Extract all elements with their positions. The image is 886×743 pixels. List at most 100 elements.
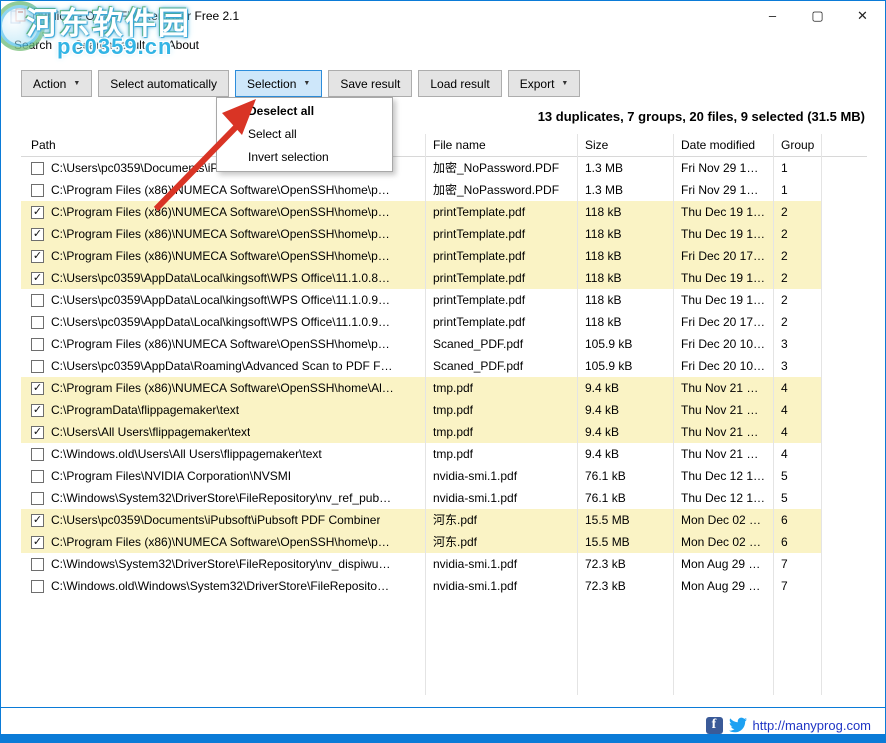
group-cell: 4: [773, 443, 821, 465]
row-checkbox[interactable]: [31, 184, 44, 197]
group-cell: 6: [773, 531, 821, 553]
row-checkbox[interactable]: ✓: [31, 272, 44, 285]
date-modified-cell: Thu Dec 19 1…: [673, 223, 773, 245]
load-result-button[interactable]: Load result: [418, 70, 501, 97]
group-cell: 3: [773, 333, 821, 355]
table-row[interactable]: ✓C:\Program Files (x86)\NUMECA Software\…: [21, 245, 821, 267]
file-name-cell: printTemplate.pdf: [425, 289, 577, 311]
date-modified-cell: Fri Dec 20 10…: [673, 333, 773, 355]
table-row[interactable]: ✓ C:\Users\pc0359\Documents\iPubsoft\iPub…: [21, 509, 821, 531]
size-cell: 9.4 kB: [577, 399, 673, 421]
table-row[interactable]: C:\Program Files (x86)\NUMECA Software\O…: [21, 333, 821, 355]
row-checkbox[interactable]: ✓: [31, 228, 44, 241]
size-cell: 15.5 MB: [577, 531, 673, 553]
status-summary: 13 duplicates, 7 groups, 20 files, 9 sel…: [538, 109, 865, 124]
export-button[interactable]: Export ▼: [508, 70, 581, 97]
path-cell: ✓C:\Users\pc0359\AppData\Local\kingsoft\…: [21, 267, 425, 289]
table-row[interactable]: ✓ C:\Users\All Users\flippagemaker\text tm…: [21, 421, 821, 443]
row-checkbox[interactable]: ✓: [31, 404, 44, 417]
size-cell: 118 kB: [577, 223, 673, 245]
path-text: C:\Program Files (x86)\NUMECA Software\O…: [51, 333, 390, 355]
table-body: C:\Users\pc0359\Documents\iPubsoft PDF P…: [21, 157, 867, 597]
size-cell: 118 kB: [577, 267, 673, 289]
row-checkbox[interactable]: [31, 580, 44, 593]
facebook-icon[interactable]: f: [706, 717, 723, 734]
size-cell: 76.1 kB: [577, 487, 673, 509]
row-checkbox[interactable]: [31, 558, 44, 571]
table-row[interactable]: C:\Windows\System32\DriverStore\FileRepo…: [21, 553, 821, 575]
file-name-cell: tmp.pdf: [425, 399, 577, 421]
table-row[interactable]: ✓ C:\Program Files (x86)\NUMECA Software\…: [21, 531, 821, 553]
path-text: C:\Windows\System32\DriverStore\FileRepo…: [51, 487, 391, 509]
table-row[interactable]: ✓ C:\Program Files (x86)\NUMECA Software\…: [21, 223, 821, 245]
table-row[interactable]: C:\Windows.old\Users\All Users\flippagem…: [21, 443, 821, 465]
table-row[interactable]: C:\Windows\System32\DriverStore\FileRepo…: [21, 487, 821, 509]
group-cell: 2: [773, 289, 821, 311]
path-cell: C:\Windows.old\Windows\System32\DriverSt…: [21, 575, 425, 597]
group-cell: 4: [773, 399, 821, 421]
path-text: C:\Users\pc0359\AppData\Local\kingsoft\W…: [51, 311, 390, 333]
column-header-group[interactable]: Group: [773, 134, 821, 156]
file-name-cell: tmp.pdf: [425, 421, 577, 443]
size-cell: 118 kB: [577, 201, 673, 223]
path-text: C:\Users\pc0359\Documents\iPubsoft\iPubs…: [51, 509, 380, 531]
column-header-date-modified[interactable]: Date modified: [673, 134, 773, 156]
row-checkbox[interactable]: [31, 492, 44, 505]
app-window: Duplicate Office File Remover Free 2.1 –…: [0, 0, 886, 743]
table-row[interactable]: C:\Users\pc0359\AppData\Local\kingsoft\W…: [21, 289, 821, 311]
row-checkbox[interactable]: ✓: [31, 426, 44, 439]
twitter-icon[interactable]: [729, 716, 747, 734]
row-checkbox[interactable]: [31, 316, 44, 329]
column-divider: [773, 134, 774, 695]
path-text: C:\Program Files (x86)\NUMECA Software\O…: [51, 531, 390, 553]
minimize-button[interactable]: –: [750, 1, 795, 30]
group-cell: 3: [773, 355, 821, 377]
path-cell: ✓ C:\Program Files (x86)\NUMECA Software\…: [21, 531, 425, 553]
row-checkbox[interactable]: ✓: [31, 536, 44, 549]
row-checkbox[interactable]: [31, 470, 44, 483]
table-row[interactable]: ✓C:\Users\pc0359\AppData\Local\kingsoft\…: [21, 267, 821, 289]
close-button[interactable]: ✕: [840, 1, 885, 30]
date-modified-cell: Thu Dec 19 1…: [673, 267, 773, 289]
size-cell: 1.3 MB: [577, 179, 673, 201]
path-text: C:\Users\All Users\flippagemaker\text: [51, 421, 250, 443]
maximize-button[interactable]: ▢: [795, 1, 840, 30]
size-cell: 105.9 kB: [577, 355, 673, 377]
row-checkbox[interactable]: [31, 162, 44, 175]
row-checkbox[interactable]: [31, 338, 44, 351]
row-checkbox[interactable]: ✓: [31, 382, 44, 395]
column-divider: [821, 134, 822, 695]
group-cell: 1: [773, 179, 821, 201]
row-checkbox[interactable]: [31, 448, 44, 461]
file-name-cell: Scaned_PDF.pdf: [425, 355, 577, 377]
chevron-down-icon: ▼: [561, 80, 568, 87]
table-row[interactable]: ✓C:\Program Files (x86)\NUMECA Software\…: [21, 377, 821, 399]
row-checkbox[interactable]: ✓: [31, 514, 44, 527]
file-name-cell: Scaned_PDF.pdf: [425, 333, 577, 355]
action-button[interactable]: Action ▼: [21, 70, 92, 97]
row-checkbox[interactable]: [31, 294, 44, 307]
row-checkbox[interactable]: ✓: [31, 206, 44, 219]
manyprog-link[interactable]: http://manyprog.com: [753, 718, 872, 733]
table-row[interactable]: ✓C:\ProgramData\flippagemaker\texttmp.pd…: [21, 399, 821, 421]
column-header-size[interactable]: Size: [577, 134, 673, 156]
table-row[interactable]: C:\Windows.old\Windows\System32\DriverSt…: [21, 575, 821, 597]
size-cell: 15.5 MB: [577, 509, 673, 531]
group-cell: 2: [773, 201, 821, 223]
date-modified-cell: Mon Aug 29 …: [673, 575, 773, 597]
size-cell: 105.9 kB: [577, 333, 673, 355]
column-header-file-name[interactable]: File name: [425, 134, 577, 156]
date-modified-cell: Fri Dec 20 10…: [673, 355, 773, 377]
window-controls: – ▢ ✕: [750, 1, 885, 31]
footer: f http://manyprog.com: [706, 714, 872, 736]
path-text: C:\Program Files (x86)\NUMECA Software\O…: [51, 223, 390, 245]
table-row[interactable]: C:\Users\pc0359\AppData\Local\kingsoft\W…: [21, 311, 821, 333]
table-row[interactable]: C:\Program Files\NVIDIA Corporation\NVSM…: [21, 465, 821, 487]
group-cell: 2: [773, 223, 821, 245]
row-checkbox[interactable]: ✓: [31, 250, 44, 263]
path-cell: ✓C:\Program Files (x86)\NUMECA Software\…: [21, 245, 425, 267]
table-row[interactable]: C:\Users\pc0359\AppData\Roaming\Advanced…: [21, 355, 821, 377]
file-name-cell: printTemplate.pdf: [425, 311, 577, 333]
save-result-button[interactable]: Save result: [328, 70, 412, 97]
row-checkbox[interactable]: [31, 360, 44, 373]
